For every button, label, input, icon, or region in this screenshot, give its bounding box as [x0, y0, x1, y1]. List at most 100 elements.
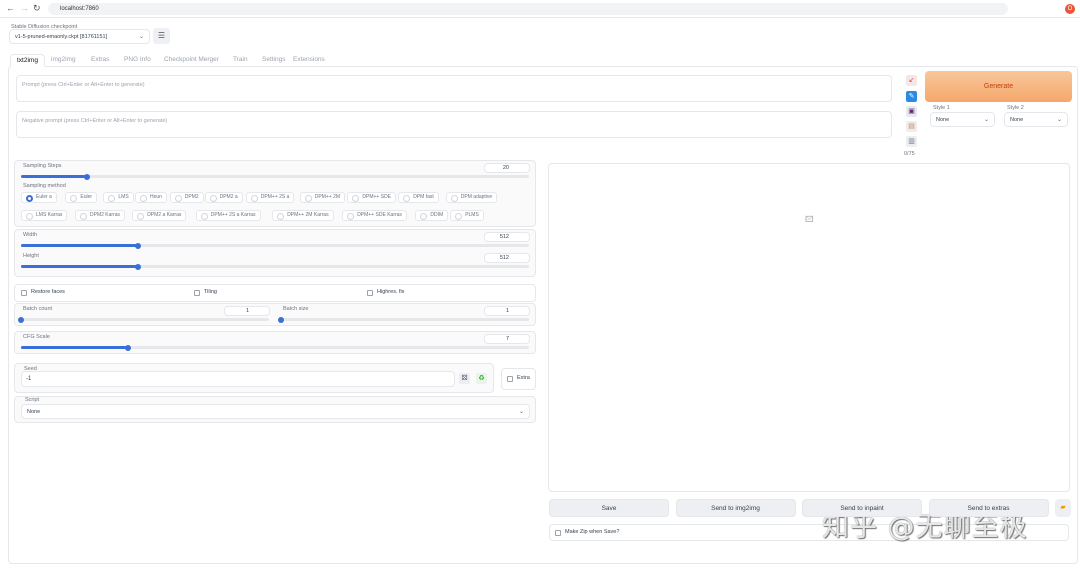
style1-select[interactable]: None ⌄	[930, 112, 995, 127]
chevron-down-icon: ⌄	[983, 117, 989, 123]
hires-fix-label: Highres. fix	[377, 289, 405, 295]
sampler-option[interactable]: DPM fast	[398, 192, 439, 203]
reload-icon[interactable]: ↻	[33, 3, 41, 14]
sampler-option[interactable]: DPM++ SDE	[347, 192, 397, 203]
make-zip-label: Make Zip when Save?	[565, 529, 620, 535]
negative-prompt-placeholder: Negative prompt (press Ctrl+Enter or Alt…	[22, 118, 168, 124]
clear-prompt-icon[interactable]: ✎	[906, 91, 917, 102]
prompt-placeholder: Prompt (press Ctrl+Enter or Alt+Enter to…	[22, 82, 145, 88]
height-slider-handle[interactable]	[134, 263, 141, 270]
batch-size-label: Batch size	[283, 306, 309, 312]
browser-bar: ← → ↻ localhost:7860 O	[0, 0, 1080, 18]
reuse-seed-icon[interactable]: ♻	[476, 373, 487, 384]
width-slider[interactable]	[21, 242, 529, 249]
tab-png-info[interactable]: PNG Info	[118, 54, 157, 67]
sampling-steps-slider-handle[interactable]	[84, 173, 91, 180]
make-zip-checkbox[interactable]	[555, 530, 561, 536]
sampler-option[interactable]: DPM++ 2M Karras	[272, 210, 334, 221]
sampler-option[interactable]: DPM2 a	[204, 192, 243, 203]
tab-train[interactable]: Train	[227, 54, 254, 67]
sampler-option[interactable]: DPM++ 2S a Karras	[195, 210, 261, 221]
cfg-scale-input[interactable]: 7	[484, 334, 530, 344]
save-button[interactable]: Save	[549, 499, 669, 517]
batch-count-label: Batch count	[23, 306, 53, 312]
apply-style-icon[interactable]: ▤	[906, 121, 917, 132]
forward-icon[interactable]: →	[20, 3, 29, 13]
sampler-option[interactable]: DDIM	[415, 210, 449, 221]
height-label: Height	[23, 253, 39, 259]
sampler-option[interactable]: DPM++ 2S a	[245, 192, 295, 203]
height-input[interactable]: 512	[484, 253, 530, 263]
batch-count-input[interactable]: 1	[224, 306, 270, 316]
restore-faces-checkbox[interactable]	[21, 290, 27, 296]
cfg-scale-label: CFG Scale	[23, 334, 50, 340]
sampler-option[interactable]: DPM2 Karras	[75, 210, 126, 221]
width-input[interactable]: 512	[484, 232, 530, 242]
sampler-option[interactable]: DPM2	[169, 192, 204, 203]
sampler-option[interactable]: Euler	[65, 192, 98, 203]
refresh-checkpoint-button[interactable]: ☰	[153, 28, 170, 44]
open-folder-icon[interactable]: ▰	[1055, 499, 1071, 517]
width-slider-fill	[21, 244, 138, 247]
batch-count-slider-handle[interactable]	[18, 316, 24, 323]
options-row	[14, 284, 536, 302]
seed-input[interactable]: -1	[21, 371, 455, 387]
height-slider[interactable]	[21, 263, 529, 270]
sampling-steps-slider[interactable]	[21, 173, 529, 180]
sampler-option[interactable]: PLMS	[450, 210, 484, 221]
sampler-option[interactable]: DPM++ 2M	[299, 192, 346, 203]
checkpoint-select[interactable]: v1-5-pruned-emaonly.ckpt [81761151] ⌄	[9, 29, 150, 44]
cfg-scale-slider[interactable]	[21, 344, 529, 351]
output-gallery: 🖾	[548, 163, 1070, 492]
height-slider-fill	[21, 265, 138, 268]
style2-label: Style 2	[1007, 105, 1024, 111]
extra-checkbox[interactable]	[507, 376, 513, 382]
chevron-down-icon: ⌄	[518, 409, 524, 415]
save-style-icon[interactable]: ▣	[906, 106, 917, 117]
send-to-extras-button[interactable]: Send to extras	[928, 499, 1049, 517]
sampler-option[interactable]: DPM adaptive	[445, 192, 498, 203]
batch-count-slider[interactable]	[18, 316, 269, 323]
tiling-label: Tiling	[204, 289, 217, 295]
tiling-checkbox[interactable]	[194, 290, 200, 296]
send-to-img2img-button[interactable]: Send to img2img	[675, 499, 796, 517]
prompt-input[interactable]: Prompt (press Ctrl+Enter or Alt+Enter to…	[16, 75, 892, 102]
tab-extras[interactable]: Extras	[85, 54, 115, 67]
paste-params-icon[interactable]: ↙	[906, 75, 917, 86]
random-seed-icon[interactable]: ⚄	[459, 373, 470, 384]
style2-value: None	[1010, 117, 1024, 123]
trash-icon[interactable]: ▥	[906, 136, 917, 147]
sampler-option[interactable]: DPM2 a Karras	[132, 210, 187, 221]
tab-extensions[interactable]: Extensions	[287, 54, 331, 67]
script-select[interactable]: None ⌄	[21, 404, 530, 419]
sampler-option[interactable]: LMS Karras	[21, 210, 68, 221]
negative-prompt-input[interactable]: Negative prompt (press Ctrl+Enter or Alt…	[16, 111, 892, 138]
batch-size-slider-handle[interactable]	[278, 316, 284, 323]
tab-checkpoint-merger[interactable]: Checkpoint Merger	[158, 54, 225, 67]
width-slider-handle[interactable]	[134, 242, 141, 249]
token-counter: 0/75	[904, 151, 915, 157]
batch-panel	[14, 303, 536, 326]
extra-label: Extra	[517, 375, 530, 381]
chevron-down-icon: ⌄	[1056, 117, 1062, 123]
sampler-option[interactable]: DPM++ SDE Karras	[342, 210, 407, 221]
send-to-inpaint-button[interactable]: Send to inpaint	[802, 499, 922, 517]
style2-select[interactable]: None ⌄	[1004, 112, 1068, 127]
batch-size-input[interactable]: 1	[484, 306, 530, 316]
sampling-steps-input[interactable]: 20	[484, 163, 530, 173]
sampler-option[interactable]: Heun	[135, 192, 167, 203]
back-icon[interactable]: ←	[6, 3, 15, 13]
sampler-option[interactable]: Euler a	[21, 192, 57, 203]
hires-fix-checkbox[interactable]	[367, 290, 373, 296]
sampling-steps-label: Sampling Steps	[23, 163, 62, 169]
checkpoint-value: v1-5-pruned-emaonly.ckpt [81761151]	[15, 34, 108, 40]
profile-avatar[interactable]: O	[1065, 4, 1075, 14]
batch-size-slider[interactable]	[278, 316, 529, 323]
address-bar[interactable]: localhost:7860	[48, 3, 1008, 15]
cfg-scale-slider-fill	[21, 346, 128, 349]
tab-img2img[interactable]: img2img	[45, 54, 82, 67]
generate-button[interactable]: Generate	[925, 71, 1072, 102]
sampler-option[interactable]: LMS	[103, 192, 134, 203]
cfg-scale-slider-handle[interactable]	[124, 344, 131, 351]
tab-txt2img[interactable]: txt2img	[10, 54, 45, 67]
